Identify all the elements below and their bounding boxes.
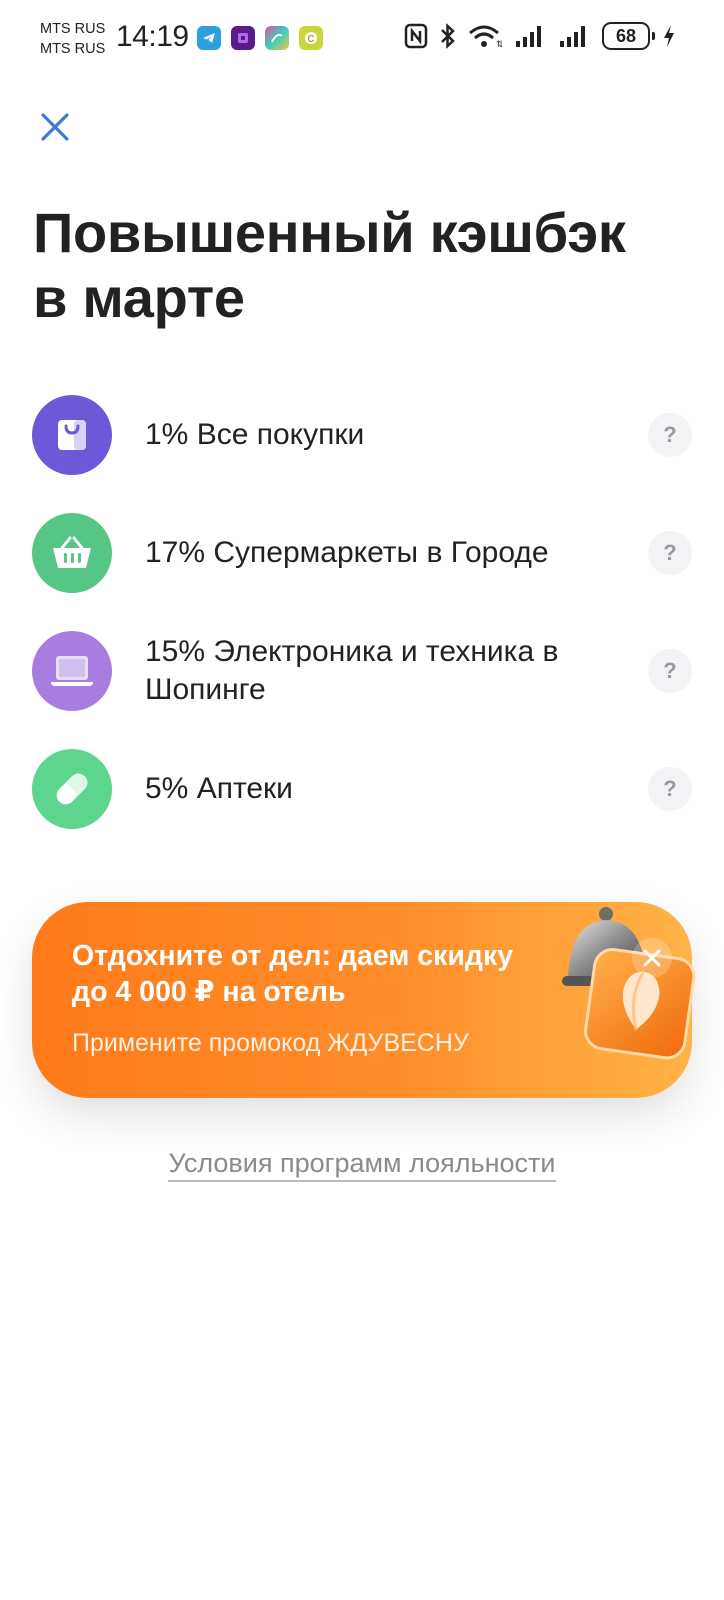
cashback-item-label: 17% Супермаркеты в Городе — [145, 536, 549, 569]
page-title: Повышенный кэшбэк в марте — [33, 200, 673, 330]
signal-icon — [516, 26, 541, 47]
yellow-c-app-icon: C — [299, 26, 323, 50]
help-button[interactable]: ? — [648, 649, 692, 693]
help-button[interactable]: ? — [648, 767, 692, 811]
close-icon — [41, 113, 69, 141]
cashback-item-supermarkets[interactable]: 17% Супермаркеты в Городе ? — [0, 505, 724, 601]
help-button[interactable]: ? — [648, 413, 692, 457]
promo-title: Отдохните от дел: даем скидку до 4 000 ₽… — [72, 940, 514, 1008]
shopping-bag-icon — [32, 395, 112, 475]
basket-icon — [32, 513, 112, 593]
pill-icon — [32, 749, 112, 829]
colorful-app-icon — [265, 26, 289, 50]
battery-level: 68 — [615, 25, 637, 46]
close-button[interactable] — [36, 108, 74, 146]
hotel-cloche-illustration — [562, 907, 696, 1060]
promo-close-button[interactable] — [632, 938, 672, 978]
carrier-2: MTS RUS — [40, 41, 106, 57]
svg-text:⇅: ⇅ — [496, 39, 502, 48]
close-icon — [643, 949, 661, 967]
nfc-icon — [404, 23, 428, 49]
battery-icon: 68 — [602, 22, 655, 50]
cashback-item-electronics[interactable]: 15% Электроника и техника в Шопинге ? — [0, 623, 724, 719]
charging-icon — [664, 25, 674, 47]
page-title-line-1: Повышенный кэшбэк — [33, 201, 626, 264]
cashback-item-all-purchases[interactable]: 1% Все покупки ? — [0, 387, 724, 483]
signal-icon — [560, 26, 585, 47]
promo-subtitle: Примените промокод ЖДУВЕСНУ — [72, 1029, 469, 1057]
cashback-item-label: 5% Аптеки — [145, 772, 293, 805]
status-bar: MTS RUS MTS RUS 14:19 C ⇅ 68 — [0, 0, 724, 78]
cashback-item-pharmacies[interactable]: 5% Аптеки ? — [0, 741, 724, 837]
cashback-item-label: 15% Электроника и техника в Шопинге — [145, 635, 559, 706]
system-icons: ⇅ 68 — [404, 22, 676, 50]
carrier-1: MTS RUS — [40, 21, 106, 37]
laptop-icon — [32, 631, 112, 711]
telegram-icon — [197, 26, 221, 50]
clock: 14:19 — [116, 20, 189, 53]
wifi-icon: ⇅ — [469, 25, 502, 48]
page-title-line-2: в марте — [33, 266, 245, 329]
promo-banner[interactable]: Отдохните от дел: даем скидку до 4 000 ₽… — [32, 902, 696, 1098]
notification-icons: C — [197, 26, 323, 50]
loyalty-terms-link-text: Условия программ лояльности — [168, 1148, 556, 1182]
bluetooth-icon — [441, 23, 455, 49]
carrier-names: MTS RUS MTS RUS — [40, 19, 105, 59]
cashback-item-label: 1% Все покупки — [145, 418, 365, 451]
purple-app-icon — [231, 26, 255, 50]
help-button[interactable]: ? — [648, 531, 692, 575]
svg-text:C: C — [307, 34, 314, 45]
loyalty-terms-link[interactable]: Условия программ лояльности — [0, 1148, 724, 1182]
